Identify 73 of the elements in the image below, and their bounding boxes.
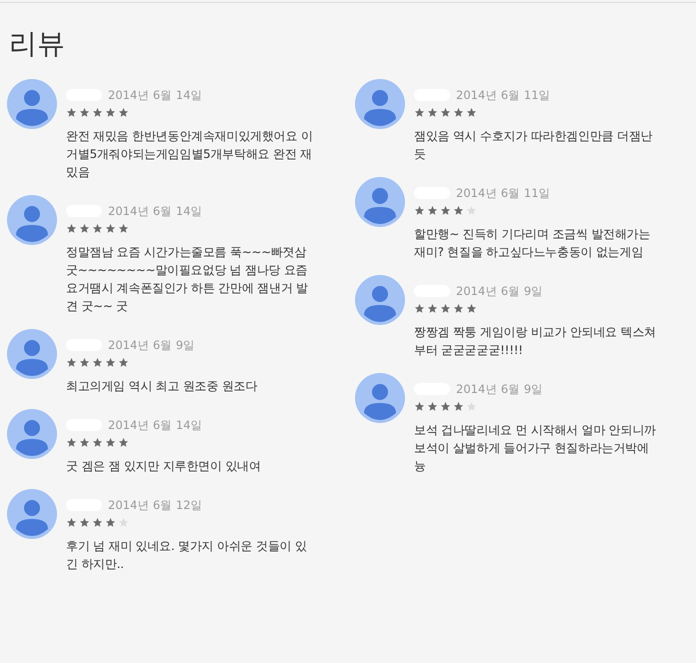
star-icon <box>440 303 451 314</box>
star-icon <box>105 357 116 368</box>
review-date: 2014년 6월 11일 <box>456 88 551 102</box>
review-text: 할만행~ 진득히 기다리며 조금씩 발전해가는 재미? 현질을 하고싶다느누충동이 없는게임 <box>414 226 652 261</box>
review-text: 굿 겜은 잼 있지만 지루한면이 있내여 <box>66 458 262 475</box>
review-date: 2014년 6월 14일 <box>108 418 203 432</box>
star-icon <box>466 205 477 216</box>
star-icon <box>427 205 438 216</box>
star-icon <box>66 357 77 368</box>
star-icon <box>427 107 438 118</box>
avatar-icon <box>7 409 57 459</box>
star-icon <box>466 107 477 118</box>
star-icon <box>414 303 425 314</box>
star-icon <box>427 401 438 412</box>
review-date: 2014년 6월 9일 <box>108 338 196 352</box>
star-icon <box>440 401 451 412</box>
avatar-icon <box>355 79 405 129</box>
review-text: 짱짱겜 짝퉁 게임이랑 비교가 안되네요 텍스쳐부터 굳굳굳굳굳!!!!! <box>414 324 657 359</box>
star-icon <box>92 357 103 368</box>
avatar-icon <box>7 489 57 539</box>
star-icon <box>92 517 103 528</box>
star-icon <box>66 517 77 528</box>
star-icon <box>105 437 116 448</box>
star-icon <box>79 517 90 528</box>
avatar-icon <box>355 177 405 227</box>
review-text: 최고의게임 역시 최고 원조중 원조다 <box>66 378 258 395</box>
star-icon <box>92 107 103 118</box>
star-icon <box>466 303 477 314</box>
star-icon <box>66 437 77 448</box>
review-text: 보석 겁나딸리네요 먼 시작해서 얼마 안되니까 보석이 살벌하게 들어가구 현질하라는거박에 늉 <box>414 422 657 475</box>
review-text: 잼있음 역시 수호지가 따라한겜인만큼 더잼난듯 <box>414 128 654 163</box>
star-icon <box>105 517 116 528</box>
star-icon <box>105 107 116 118</box>
avatar-icon <box>7 79 57 129</box>
star-icon <box>453 205 464 216</box>
review-date: 2014년 6월 12일 <box>108 498 203 512</box>
star-icon <box>453 107 464 118</box>
star-icon <box>440 107 451 118</box>
star-icon <box>79 107 90 118</box>
review-date: 2014년 6월 9일 <box>456 284 544 298</box>
star-icon <box>440 205 451 216</box>
star-icon <box>92 437 103 448</box>
star-icon <box>79 223 90 234</box>
section-title: 리뷰 <box>9 27 66 61</box>
star-icon <box>118 107 129 118</box>
star-icon <box>414 107 425 118</box>
avatar-icon <box>355 373 405 423</box>
star-icon <box>66 107 77 118</box>
star-icon <box>118 437 129 448</box>
star-icon <box>118 357 129 368</box>
review-text: 후기 넘 재미 있네요. 몇가지 아쉬운 것들이 있긴 하지만.. <box>66 538 308 573</box>
star-icon <box>453 401 464 412</box>
star-icon <box>414 401 425 412</box>
review-date: 2014년 6월 14일 <box>108 204 203 218</box>
avatar-icon <box>7 195 57 245</box>
review-text: 완전 재밌음 한반년동안계속재미있게했어요 이거별5개줘야되는게임임별5개부탁해요 완전 재밌음 <box>66 128 314 181</box>
star-icon <box>66 223 77 234</box>
review-date: 2014년 6월 9일 <box>456 382 544 396</box>
star-icon <box>118 223 129 234</box>
star-icon <box>79 357 90 368</box>
star-icon <box>466 401 477 412</box>
avatar-icon <box>355 275 405 325</box>
star-icon <box>118 517 129 528</box>
star-icon <box>92 223 103 234</box>
avatar-icon <box>7 329 57 379</box>
review-date: 2014년 6월 14일 <box>108 88 203 102</box>
star-icon <box>79 437 90 448</box>
star-icon <box>453 303 464 314</box>
star-icon <box>414 205 425 216</box>
star-icon <box>105 223 116 234</box>
star-icon <box>427 303 438 314</box>
review-date: 2014년 6월 11일 <box>456 186 551 200</box>
review-text: 정말잼남 요즘 시간가는줄모름 푹~~~빠졋삼 굿~~~~~~~~말이필요없당 넘 잼나당 요즘 요거땜시 계속폰질인가 하튼 간만에 잼낸거 발견 굿~~ 굿 <box>66 244 309 315</box>
